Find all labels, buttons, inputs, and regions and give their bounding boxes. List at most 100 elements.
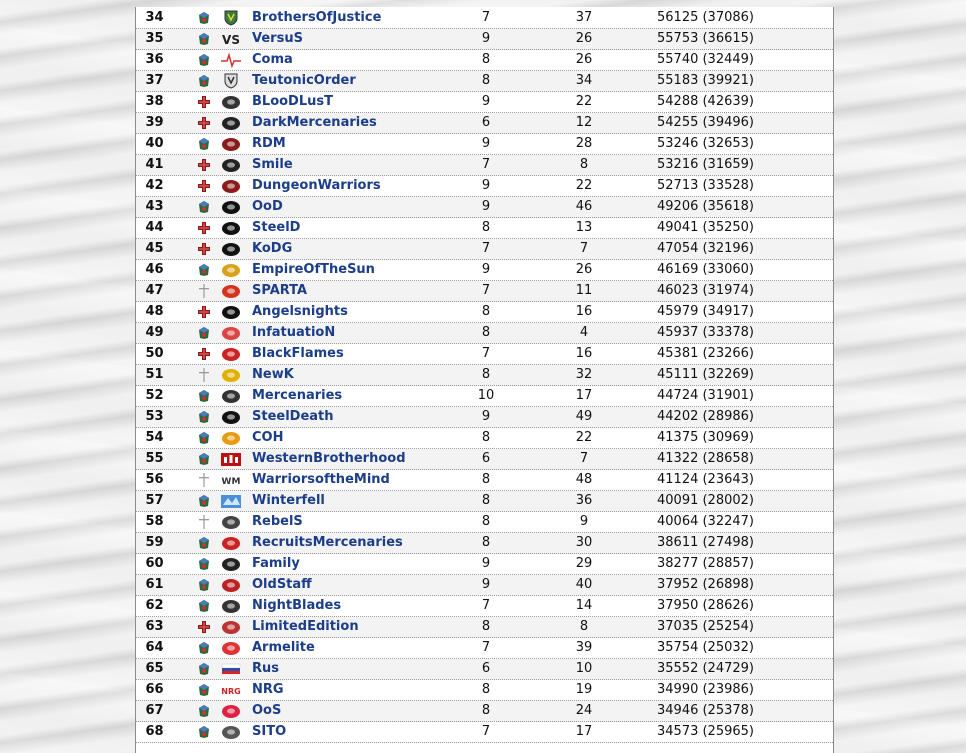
race-icon	[198, 137, 210, 151]
rank-cell: 55	[145, 451, 164, 466]
clan-name-link[interactable]: EmpireOfTheSun	[252, 260, 375, 280]
clan-name-link[interactable]: DarkMercenaries	[252, 113, 377, 133]
clan-name-link[interactable]: OldStaff	[252, 575, 312, 595]
clan-name-link[interactable]: DungeonWarriors	[252, 176, 381, 196]
clan-name-link[interactable]: Winterfell	[252, 491, 325, 511]
clan-name-link[interactable]: NewK	[252, 365, 294, 385]
count-cell: 40	[575, 577, 593, 592]
clan-name-link[interactable]: SteelD	[252, 218, 300, 238]
clan-logo-icon	[220, 115, 242, 131]
clan-name-link[interactable]: NRG	[252, 680, 284, 700]
table-row: 64 Armelite 7 39 35754 (25032)	[136, 638, 833, 659]
clan-logo-icon	[220, 724, 242, 740]
clan-name-link[interactable]: Angelsnights	[252, 302, 348, 322]
rank-cell: 39	[145, 115, 164, 130]
points-cell: 40064 (32247)	[657, 514, 754, 529]
clan-name-link[interactable]: RDM	[252, 134, 286, 154]
race-icon	[198, 74, 210, 88]
clan-name-link[interactable]: SteelDeath	[252, 407, 334, 427]
svg-text:VS: VS	[222, 33, 240, 47]
members-cell: 8	[481, 472, 491, 487]
clan-logo-icon	[220, 199, 242, 215]
members-cell: 7	[481, 10, 491, 25]
clan-logo-icon: NRG	[220, 682, 242, 698]
members-cell: 8	[481, 514, 491, 529]
points-cell: 53246 (32653)	[657, 136, 754, 151]
table-row: 67 OoS 8 24 34946 (25378)	[136, 701, 833, 722]
clan-name-link[interactable]: Smile	[252, 155, 293, 175]
count-cell: 28	[575, 136, 593, 151]
race-icon	[198, 368, 210, 382]
members-cell: 9	[481, 178, 491, 193]
clan-name-link[interactable]: KoDG	[252, 239, 292, 259]
clan-name-link[interactable]: Rus	[252, 659, 279, 679]
members-cell: 6	[481, 115, 491, 130]
clan-logo-icon	[220, 577, 242, 593]
clan-name-link[interactable]: TeutonicOrder	[252, 71, 356, 91]
clan-logo-icon	[220, 493, 242, 509]
points-cell: 34990 (23986)	[657, 682, 754, 697]
clan-name-link[interactable]: OoD	[252, 197, 283, 217]
clan-logo-icon	[220, 409, 242, 425]
clan-name-link[interactable]: BLooDLusT	[252, 92, 333, 112]
table-row: 43 OoD 9 46 49206 (35618)	[136, 197, 833, 218]
race-icon	[198, 158, 210, 172]
clan-logo-icon	[220, 52, 242, 69]
members-cell: 6	[481, 661, 491, 676]
clan-name-link[interactable]: Mercenaries	[252, 386, 342, 406]
count-cell: 19	[575, 682, 593, 697]
race-icon	[198, 431, 210, 445]
clan-logo-icon	[220, 451, 242, 467]
clan-name-link[interactable]: Coma	[252, 50, 293, 70]
count-cell: 17	[575, 724, 593, 739]
count-cell: 49	[575, 409, 593, 424]
clan-name-link[interactable]: VersuS	[252, 29, 303, 49]
count-cell: 36	[575, 493, 593, 508]
points-cell: 46023 (31974)	[657, 283, 754, 298]
clan-name-link[interactable]: NightBlades	[252, 596, 341, 616]
clan-name-link[interactable]: OoS	[252, 701, 281, 721]
race-icon	[198, 599, 210, 613]
clan-name-link[interactable]: SITO	[252, 722, 286, 742]
rank-cell: 51	[145, 367, 164, 382]
rank-cell: 48	[145, 304, 164, 319]
count-cell: 4	[579, 325, 589, 340]
points-cell: 45381 (23266)	[657, 346, 754, 361]
clan-name-link[interactable]: Armelite	[252, 638, 315, 658]
clan-name-link[interactable]: SPARTA	[252, 281, 307, 301]
count-cell: 8	[579, 157, 589, 172]
points-cell: 35754 (25032)	[657, 640, 754, 655]
rank-cell: 36	[145, 52, 164, 67]
rank-cell: 62	[145, 598, 164, 613]
rank-cell: 54	[145, 430, 164, 445]
members-cell: 8	[481, 619, 491, 634]
clan-name-link[interactable]: WarriorsoftheMind	[252, 470, 390, 490]
clan-name-link[interactable]: BlackFlames	[252, 344, 344, 364]
svg-text:WM: WM	[222, 477, 241, 487]
rank-cell: 34	[145, 10, 164, 25]
clan-logo-icon	[220, 514, 242, 530]
clan-logo-icon	[220, 640, 242, 656]
clan-name-link[interactable]: RebelS	[252, 512, 303, 532]
clan-name-link[interactable]: COH	[252, 428, 283, 448]
count-cell: 22	[575, 94, 593, 109]
table-row: 56 WM WarriorsoftheMind 8 48 41124 (23643)	[136, 470, 833, 491]
points-cell: 45979 (34917)	[657, 304, 754, 319]
count-cell: 22	[575, 178, 593, 193]
table-row: 35 VS VersuS 9 26 55753 (36615)	[136, 29, 833, 50]
count-cell: 16	[575, 346, 593, 361]
clan-name-link[interactable]: Family	[252, 554, 300, 574]
clan-name-link[interactable]: RecruitsMercenaries	[252, 533, 403, 553]
rank-cell: 41	[145, 157, 164, 172]
clan-name-link[interactable]: WesternBrotherhood	[252, 449, 406, 469]
race-icon	[198, 179, 210, 193]
clan-name-link[interactable]: LimitedEdition	[252, 617, 359, 637]
clan-name-link[interactable]: InfatuatioN	[252, 323, 335, 343]
race-icon	[198, 410, 210, 424]
race-icon	[198, 641, 210, 655]
clan-name-link[interactable]: BrothersOfJustice	[252, 8, 381, 28]
rank-cell: 47	[145, 283, 164, 298]
count-cell: 14	[575, 598, 593, 613]
count-cell: 29	[575, 556, 593, 571]
points-cell: 55740 (32449)	[657, 52, 754, 67]
